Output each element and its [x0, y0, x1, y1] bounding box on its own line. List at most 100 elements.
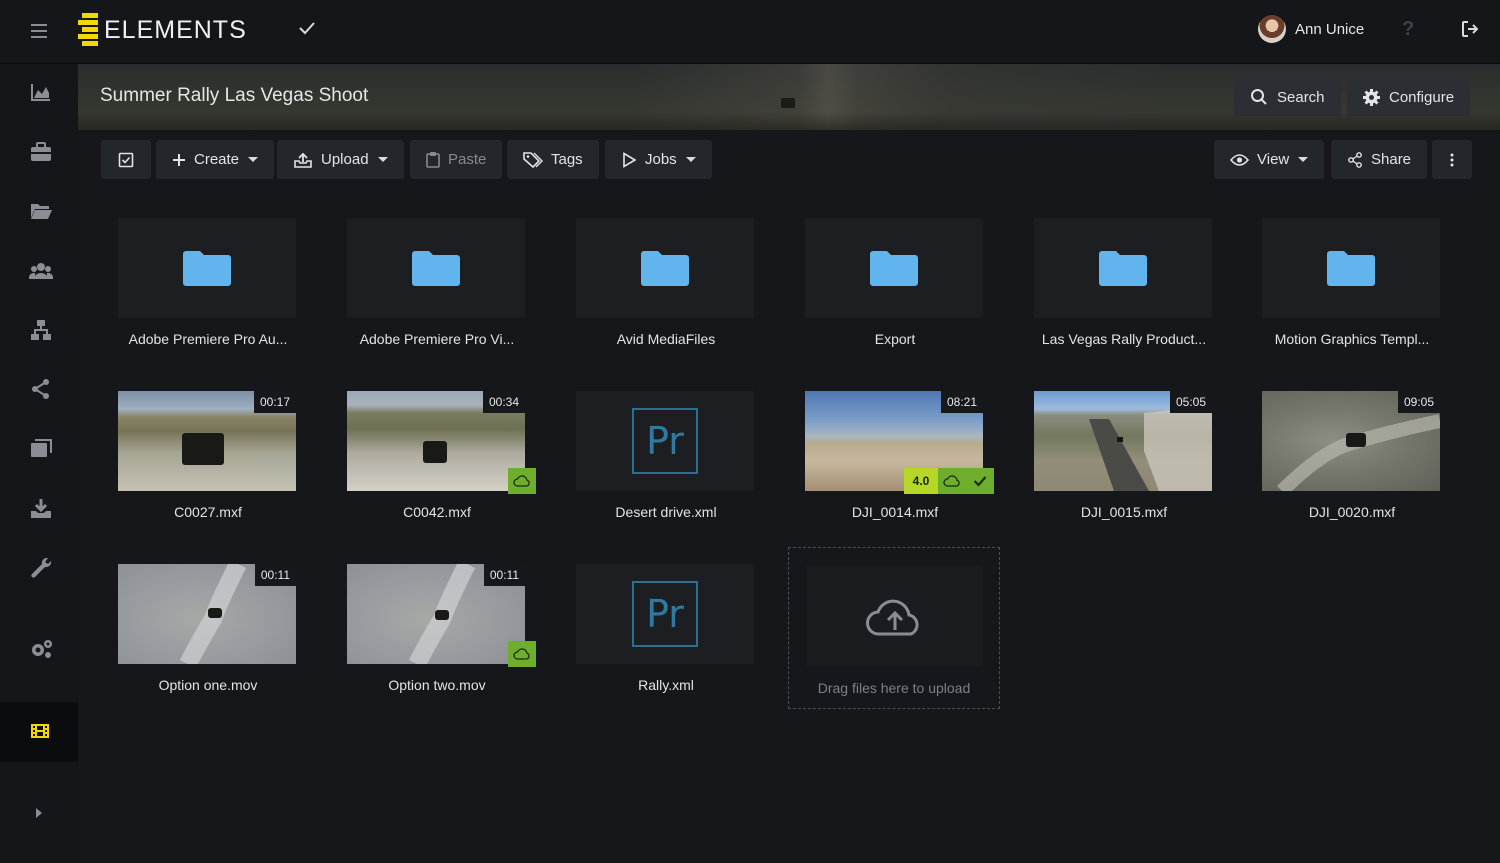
vehicle-image	[182, 433, 224, 465]
hamburger-menu-icon[interactable]	[28, 20, 50, 42]
cloud-icon	[513, 648, 530, 660]
duration-badge: 00:11	[483, 564, 525, 586]
configure-label: Configure	[1389, 88, 1455, 106]
video-thumbnail: 00:11	[347, 564, 525, 664]
configure-button[interactable]: Configure	[1347, 78, 1471, 116]
sidebar-item-media-active[interactable]	[0, 702, 78, 762]
project-file-thumbnail: Pr	[576, 564, 754, 664]
checkbox-icon	[118, 152, 134, 167]
file-name: DJI_0014.mxf	[851, 504, 939, 520]
logo-text: ELEMENTS	[104, 15, 247, 44]
create-button[interactable]: Create	[156, 140, 275, 179]
upload-icon	[294, 152, 312, 168]
project-file-thumbnail: Pr	[576, 391, 754, 491]
file-name: DJI_0015.mxf	[1080, 504, 1168, 520]
briefcase-icon[interactable]	[29, 141, 53, 163]
approved-badge	[966, 468, 994, 494]
create-label: Create	[194, 151, 240, 168]
folder-tile[interactable]: Las Vegas Rally Product...	[1034, 218, 1214, 347]
user-menu[interactable]: Ann Unice	[1258, 14, 1364, 44]
folder-icon	[1099, 251, 1147, 286]
users-icon[interactable]	[29, 260, 53, 282]
premiere-pro-icon: Pr	[632, 581, 698, 647]
vehicle-image	[423, 441, 447, 463]
dashboard-chart-icon[interactable]	[29, 81, 53, 103]
folder-icon	[641, 251, 689, 286]
vehicle-image	[1346, 433, 1366, 447]
folder-thumbnail	[118, 218, 296, 318]
version-badge: 4.0	[904, 468, 938, 494]
folder-name: Export	[874, 331, 916, 347]
video-tile[interactable]: 08:21 4.0 DJI_0014.mxf	[805, 391, 994, 520]
video-tile[interactable]: 00:11 Option one.mov	[118, 564, 298, 693]
folder-icon	[1327, 251, 1375, 286]
folder-thumbnail	[576, 218, 754, 318]
app-logo[interactable]: ELEMENTS	[78, 12, 247, 48]
premiere-pro-icon: Pr	[632, 408, 698, 474]
video-tile[interactable]: 00:17 C0027.mxf	[118, 391, 298, 520]
top-bar: ELEMENTS Ann Unice ?	[0, 0, 1500, 64]
video-tile[interactable]: 09:05 DJI_0020.mxf	[1262, 391, 1442, 520]
vehicle-image	[435, 610, 449, 620]
upload-drop-zone[interactable]: Drag files here to upload	[788, 547, 1000, 709]
paste-button[interactable]: Paste	[410, 140, 503, 179]
project-file-tile[interactable]: Pr Desert drive.xml	[576, 391, 756, 520]
upload-button[interactable]: Upload	[277, 140, 404, 179]
gear-icon	[1363, 88, 1380, 106]
folder-name: Adobe Premiere Pro Au...	[128, 331, 288, 347]
folder-tile[interactable]: Motion Graphics Templ...	[1262, 218, 1442, 347]
duration-badge: 08:21	[940, 391, 983, 413]
more-options-button[interactable]	[1432, 140, 1472, 179]
checkmark-icon[interactable]	[298, 18, 316, 38]
paste-label: Paste	[448, 151, 487, 168]
tags-icon	[523, 151, 543, 168]
media-library-icon[interactable]	[29, 437, 53, 459]
film-icon	[31, 724, 49, 738]
help-icon[interactable]: ?	[1402, 18, 1414, 41]
search-button[interactable]: Search	[1234, 78, 1341, 116]
banner-truck-image	[781, 98, 795, 108]
duration-badge: 09:05	[1397, 391, 1440, 413]
folder-thumbnail	[1262, 218, 1440, 318]
view-label: View	[1257, 151, 1290, 168]
folder-tile[interactable]: Adobe Premiere Pro Vi...	[347, 218, 527, 347]
share-icon	[1348, 151, 1362, 168]
folder-thumbnail	[347, 218, 525, 318]
expand-sidebar-chevron-icon[interactable]	[34, 806, 44, 820]
logout-icon[interactable]	[1460, 19, 1480, 39]
view-button[interactable]: View	[1214, 140, 1325, 179]
project-file-tile[interactable]: Pr Rally.xml	[576, 564, 756, 693]
elements-logo-icon	[78, 13, 100, 47]
wrench-icon[interactable]	[29, 556, 53, 578]
duration-badge: 00:34	[482, 391, 525, 413]
download-icon[interactable]	[29, 497, 53, 519]
folder-icon	[183, 251, 231, 286]
tags-button[interactable]: Tags	[507, 140, 599, 179]
jobs-label: Jobs	[645, 151, 677, 168]
jobs-button[interactable]: Jobs	[605, 140, 712, 179]
folder-tile[interactable]: Avid MediaFiles	[576, 218, 756, 347]
avatar	[1258, 15, 1286, 43]
video-tile[interactable]: 00:34 C0042.mxf	[347, 391, 536, 520]
share-nodes-icon[interactable]	[29, 378, 53, 400]
cloud-upload-icon	[866, 599, 919, 636]
file-name: Option one.mov	[158, 677, 258, 693]
cloud-sync-badge	[938, 468, 966, 494]
network-icon[interactable]	[29, 319, 53, 341]
video-tile[interactable]: 05:05 DJI_0015.mxf	[1034, 391, 1214, 520]
folder-icon	[870, 251, 918, 286]
select-all-checkbox[interactable]	[101, 140, 151, 179]
video-tile[interactable]: 00:11 Option two.mov	[347, 564, 536, 693]
settings-gears-icon[interactable]	[29, 638, 53, 660]
folder-tile[interactable]: Adobe Premiere Pro Au...	[118, 218, 298, 347]
video-thumbnail: 05:05	[1034, 391, 1212, 491]
folder-icon	[412, 251, 460, 286]
folder-open-icon[interactable]	[29, 200, 53, 222]
app-root: ELEMENTS Ann Unice ? Summer Rally Las Ve…	[0, 0, 1500, 863]
share-button[interactable]: Share	[1331, 140, 1428, 179]
file-name: C0027.mxf	[174, 504, 242, 520]
file-status-badges: 4.0	[904, 468, 994, 494]
folder-tile[interactable]: Export	[805, 218, 985, 347]
vehicle-image	[208, 608, 222, 618]
cloud-icon	[513, 475, 530, 487]
